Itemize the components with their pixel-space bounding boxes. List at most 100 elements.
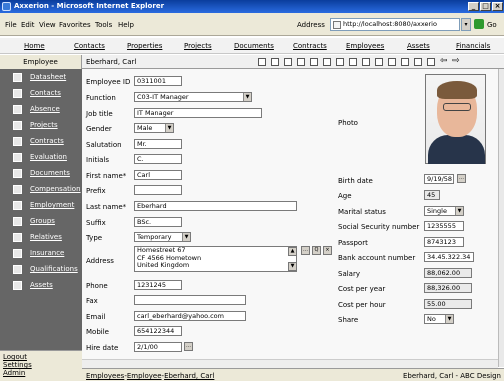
status-right: Eberhard, Carl - ABC Design xyxy=(402,372,501,380)
calendar-picker-button[interactable]: … xyxy=(184,342,193,351)
minimize-button[interactable]: _ xyxy=(468,2,479,11)
card-icon[interactable] xyxy=(284,58,292,66)
breadcrumb-employees[interactable]: Employees xyxy=(86,372,124,380)
nav-financials[interactable]: Financials xyxy=(456,42,490,50)
money-icon xyxy=(13,185,22,194)
search-address-icon[interactable]: Q xyxy=(312,246,321,255)
calendar-picker-button[interactable]: … xyxy=(457,174,466,183)
settings-link[interactable]: Settings xyxy=(3,361,32,369)
scroll-up-icon[interactable]: ▲ xyxy=(288,247,297,256)
assets-icon xyxy=(13,281,22,290)
sidebar-item-contracts[interactable]: Contracts xyxy=(0,133,82,149)
type-select[interactable]: Temporary ▼ xyxy=(134,232,191,242)
go-arrow-icon[interactable] xyxy=(474,19,484,29)
nav-documents[interactable]: Documents xyxy=(234,42,274,50)
menu-tools[interactable]: Tools xyxy=(95,21,112,29)
mobile-field[interactable]: 654122344 xyxy=(134,326,182,336)
address-input[interactable]: http://localhost:8080/axxerio xyxy=(330,18,460,31)
gender-select[interactable]: Male ▼ xyxy=(134,123,174,133)
logout-link[interactable]: Logout xyxy=(3,353,27,361)
sidebar-item-relatives[interactable]: Relatives xyxy=(0,229,82,245)
admin-link[interactable]: Admin xyxy=(3,369,25,377)
copy-icon[interactable] xyxy=(323,58,331,66)
sidebar-item-assets[interactable]: Assets xyxy=(0,277,82,293)
bank-account-field[interactable]: 34.45.322.34 xyxy=(424,252,474,262)
back-arrow-icon[interactable]: ⇦ xyxy=(440,56,448,66)
grid-icon[interactable] xyxy=(297,58,305,66)
settings-icon[interactable] xyxy=(375,58,383,66)
horizontal-scrollbar[interactable] xyxy=(82,359,498,368)
search-icon[interactable] xyxy=(414,58,422,66)
pdf-icon[interactable] xyxy=(401,58,409,66)
menu-favorites[interactable]: Favorites xyxy=(59,21,91,29)
documents-icon xyxy=(13,169,22,178)
job-title-field[interactable]: IT Manager xyxy=(134,108,262,118)
close-address-icon[interactable]: × xyxy=(323,246,332,255)
menu-help[interactable]: Help xyxy=(118,21,134,29)
employee-id-field[interactable]: 0311001 xyxy=(134,76,182,86)
nav-assets[interactable]: Assets xyxy=(407,42,430,50)
phone-field[interactable]: 1231245 xyxy=(134,280,182,290)
passport-field[interactable]: 8743123 xyxy=(424,237,464,247)
sidebar-item-contacts[interactable]: Contacts xyxy=(0,85,82,101)
sidebar-item-absence[interactable]: Absence xyxy=(0,101,82,117)
globe-icon[interactable] xyxy=(271,58,279,66)
address-label: Address xyxy=(297,21,325,29)
address-textarea[interactable]: Homestreet 67 CF 4566 Hometown United Ki… xyxy=(134,246,297,272)
report-icon[interactable] xyxy=(258,58,266,66)
sidebar-item-projects[interactable]: Projects xyxy=(0,117,82,133)
breadcrumb-record[interactable]: Eberhard, Carl xyxy=(164,372,214,380)
vertical-scrollbar[interactable] xyxy=(498,69,504,367)
suffix-field[interactable]: BSc. xyxy=(134,217,182,227)
sidebar-item-insurance[interactable]: Insurance xyxy=(0,245,82,261)
nav-home[interactable]: Home xyxy=(24,42,45,50)
new-document-icon[interactable] xyxy=(336,58,344,66)
first-name-field[interactable]: Carl xyxy=(134,170,182,180)
prefix-field[interactable] xyxy=(134,185,182,195)
gender-label: Gender xyxy=(86,125,112,133)
evaluation-icon xyxy=(13,153,22,162)
breadcrumb-employee[interactable]: Employee xyxy=(127,372,162,380)
nav-contracts[interactable]: Contracts xyxy=(293,42,327,50)
nav-employees[interactable]: Employees xyxy=(346,42,384,50)
attach-icon[interactable] xyxy=(388,58,396,66)
fax-field[interactable] xyxy=(134,295,246,305)
nav-projects[interactable]: Projects xyxy=(184,42,212,50)
email-field[interactable]: carl_eberhard@yahoo.com xyxy=(134,311,246,321)
maximize-button[interactable]: □ xyxy=(480,2,491,11)
email-label: Email xyxy=(86,313,106,321)
sidebar-item-datasheet[interactable]: Datasheet xyxy=(0,69,82,85)
last-name-field[interactable]: Eberhard xyxy=(134,201,297,211)
menu-edit[interactable]: Edit xyxy=(21,21,35,29)
birth-date-field[interactable]: 9/19/58 xyxy=(424,174,454,184)
marital-status-select[interactable]: Single ▼ xyxy=(424,206,464,216)
nav-properties[interactable]: Properties xyxy=(127,42,162,50)
sidebar-item-evaluation[interactable]: Evaluation xyxy=(0,149,82,165)
sidebar-item-qualifications[interactable]: Qualifications xyxy=(0,261,82,277)
go-button[interactable]: Go xyxy=(487,21,497,29)
save-icon[interactable] xyxy=(427,58,435,66)
salutation-field[interactable]: Mr. xyxy=(134,139,182,149)
breadcrumb: Employees-Employee-Eberhard, Carl xyxy=(86,372,215,380)
forward-arrow-icon[interactable]: ⇨ xyxy=(452,56,460,66)
cost-per-hour-label: Cost per hour xyxy=(338,301,386,309)
address-dropdown-button[interactable]: ▾ xyxy=(461,18,471,31)
menu-file[interactable]: File xyxy=(5,21,17,29)
scroll-down-icon[interactable]: ▼ xyxy=(288,262,297,271)
sidebar-item-compensation[interactable]: Compensation xyxy=(0,181,82,197)
ssn-field[interactable]: 1235555 xyxy=(424,221,464,231)
share-select[interactable]: No ▼ xyxy=(424,314,454,324)
hire-date-field[interactable]: 2/1/00 xyxy=(134,342,182,352)
workflow-icon[interactable] xyxy=(362,58,370,66)
sidebar-item-documents[interactable]: Documents xyxy=(0,165,82,181)
sidebar-item-groups[interactable]: Groups xyxy=(0,213,82,229)
function-select[interactable]: C03-IT Manager ▼ xyxy=(134,92,252,102)
document-icon[interactable] xyxy=(310,58,318,66)
menu-view[interactable]: View xyxy=(39,21,56,29)
tree-icon[interactable] xyxy=(349,58,357,66)
initials-field[interactable]: C. xyxy=(134,154,182,164)
close-button[interactable]: × xyxy=(492,2,503,11)
sidebar-item-employment[interactable]: Employment xyxy=(0,197,82,213)
lookup-button[interactable]: … xyxy=(301,246,310,255)
nav-contacts[interactable]: Contacts xyxy=(74,42,105,50)
